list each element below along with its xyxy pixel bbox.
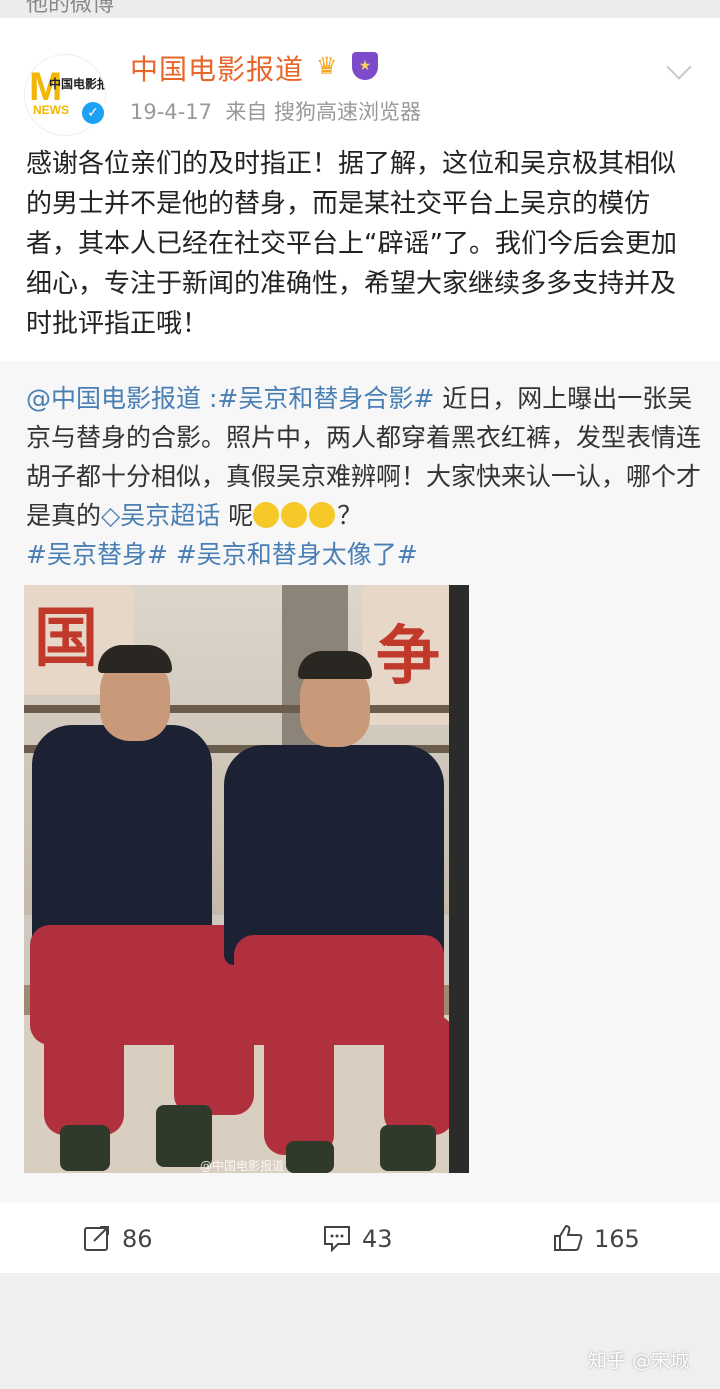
thinking-emoji-icon [309,502,336,528]
banner-right-char: 争 [376,620,440,694]
thumbs-up-icon [552,1223,584,1259]
verified-check-icon: ✓ [80,100,106,126]
author-name[interactable]: 中国电影报道 [130,48,304,88]
thinking-emoji-icon [281,502,308,528]
retweet-block[interactable]: @中国电影报道 :#吴京和替身合影# 近日，网上曝出一张吴京与替身的合影。照片中… [0,361,720,1203]
post-date: 19-4-17 [130,100,212,124]
weibo-post-card: M 中国电影报道 NEWS ✓ 中国电影报道 ♛ ★ 19-4-17 来自 搜狗… [0,18,720,361]
diamond-icon: ◇ [101,501,121,530]
photo-edge [449,585,469,1173]
photo-fence [24,705,469,713]
photo-watermark: @中国电影报道 [200,1159,285,1173]
like-button[interactable]: 165 [552,1223,640,1259]
comment-count: 43 [362,1225,393,1253]
comment-button[interactable]: 43 [322,1223,393,1259]
mention-sep: : [201,384,218,413]
repost-button[interactable]: 86 [82,1223,153,1259]
avatar-logo-cn: 中国电影报道 [49,77,105,91]
repost-count: 86 [122,1225,153,1253]
retweet-text: @中国电影报道 :#吴京和替身合影# 近日，网上曝出一张吴京与替身的合影。照片中… [26,379,702,574]
thinking-emoji-icon [253,502,280,528]
shield-icon[interactable]: ★ [352,52,378,80]
top-strip-text: 他的微博 [26,0,115,17]
post-meta: 19-4-17 来自 搜狗高速浏览器 [130,96,421,126]
post-source: 搜狗高速浏览器 [274,100,422,124]
post-photo[interactable]: 国 争 @中国电影报道 [24,585,469,1173]
mention-link[interactable]: @中国电影报道 [26,384,201,413]
superchat-link[interactable]: 吴京超话 [120,501,220,530]
crown-icon[interactable]: ♛ [316,52,338,80]
comment-icon [322,1223,352,1259]
hashtag-link[interactable]: #吴京替身# [26,540,168,569]
like-count: 165 [594,1225,640,1253]
action-bar: 86 43 165 [0,1203,720,1273]
zhihu-watermark: 知乎 @宋城 [588,1350,690,1372]
question-mark: ？ [337,501,363,530]
post-text: 感谢各位亲们的及时指正！据了解，这位和吴京极其相似的男士并不是他的替身，而是某社… [26,149,677,339]
chevron-down-icon[interactable] [666,54,692,80]
avatar-logo-news: NEWS [33,103,69,117]
source-prefix: 来自 [225,100,268,124]
banner-left-char: 国 [34,602,98,676]
top-strip: 他的微博 [0,0,720,18]
hashtag-link[interactable]: #吴京和替身太像了# [176,540,418,569]
repost-icon [82,1223,112,1259]
hashtag-link[interactable]: #吴京和替身合影# [217,384,434,413]
retweet-body-2: 呢 [220,501,254,530]
